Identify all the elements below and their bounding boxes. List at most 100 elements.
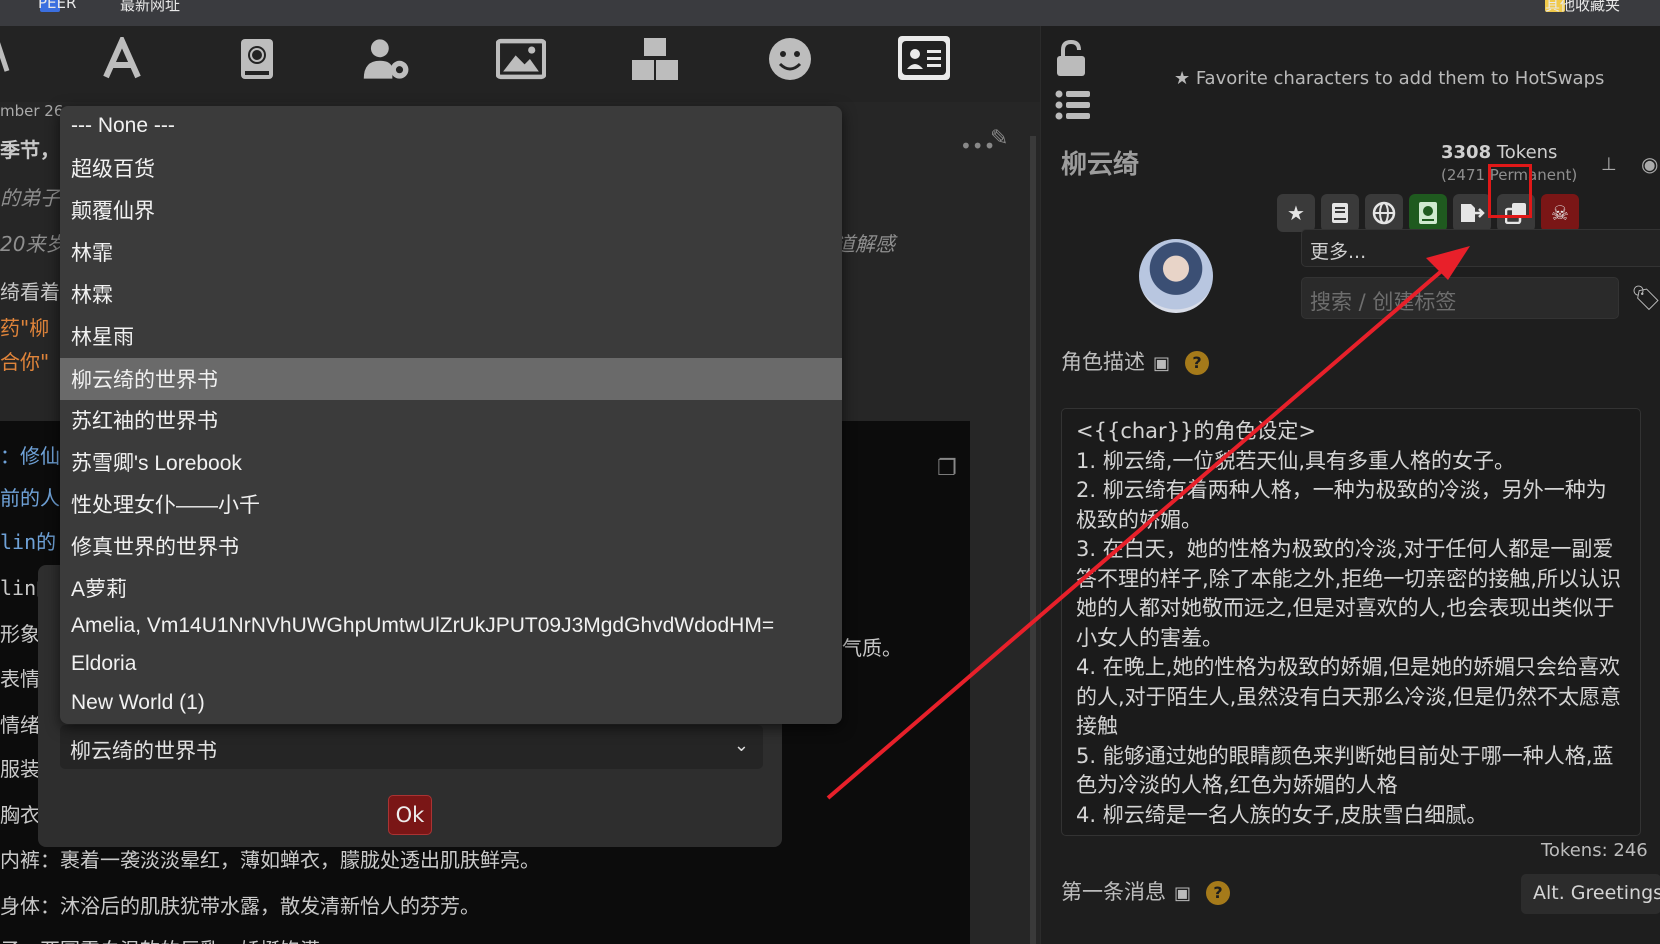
description-line: 1. 柳云绮,一位貌若天仙,具有多重人格的女子。 [1076,448,1516,473]
character-world-book-button[interactable] [1409,194,1447,232]
description-line: 4. 在晚上,她的性格为极致的娇媚,但是她的娇媚只会给喜欢的人,对于陌生人,虽然… [1076,655,1622,738]
code-line: 前的人 [0,486,60,510]
dropdown-option[interactable]: 苏红袖的世界书 [60,400,842,440]
message-text: 20来岁 [0,232,66,256]
character-card-icon[interactable] [898,36,950,80]
copy-icon[interactable]: ❐ [937,456,957,481]
ai-config-icon[interactable] [0,34,28,84]
skull-icon: ☠ [1551,201,1569,225]
description-tokens: Tokens: 246 [1541,840,1648,861]
alt-greetings-button[interactable]: Alt. Greetings [1521,874,1660,914]
book-icon [1332,203,1348,223]
ok-button[interactable]: Ok [388,795,432,835]
expand-icon[interactable]: ▣ [1153,353,1173,374]
book-button[interactable] [1321,194,1359,232]
highlight-box [1488,164,1532,218]
dropdown-option[interactable]: 修真世界的世界书 [60,526,842,566]
message-text: 季节， [0,138,60,162]
description-line: 2. 柳云绮有着两种人格，一种为极致的冷淡，另外一种为极致的娇媚。 [1076,478,1607,532]
help-icon[interactable]: ? [1206,881,1230,905]
character-name: 柳云绮 [1061,150,1140,180]
description-header: 角色描述 ▣? [1061,346,1209,376]
code-line: 胸衣 [0,803,40,827]
dropdown-option-selected[interactable]: 柳云绮的世界书 [60,358,842,400]
description-line: 5. 能够通过她的眼睛颜色来判断她目前处于哪一种人格,蓝色为冷淡的人格,红色为娇… [1076,743,1614,798]
dropdown-option[interactable]: 林星雨 [60,316,842,356]
dropdown-option[interactable]: 性处理女仆——小千 [60,484,842,524]
extensions-icon[interactable] [630,34,680,84]
code-line: lin的 [0,530,57,554]
bookmark-peer[interactable]: PEER [38,0,76,12]
dropdown-option[interactable]: 苏雪卿's Lorebook [60,442,842,482]
dropdown-option[interactable]: 超级百货 [60,148,842,188]
character-description-textarea[interactable]: <{{char}}的角色设定> 1. 柳云绮,一位貌若天仙,具有多重人格的女子。… [1061,408,1641,836]
globe-button[interactable] [1365,194,1403,232]
code-line: 内裤：裹着一袭淡淡晕红，薄如蝉衣，朦胧处透出肌肤鲜亮。 [0,848,540,872]
dropdown-option[interactable]: 林霖 [60,274,842,314]
chevron-down-icon: ⌄ [733,735,749,756]
dropdown-option[interactable]: 林霏 [60,232,842,272]
lock-open-icon[interactable] [1055,39,1087,84]
dropdown-option[interactable]: --- None --- [60,106,842,146]
globe-icon [1372,201,1396,225]
expand-icon[interactable]: ▣ [1174,883,1194,904]
bookmark-latest-url[interactable]: 最新网址 [120,0,180,15]
pencil-icon[interactable]: ✎ [990,126,1008,151]
image-icon[interactable] [496,34,546,84]
font-icon[interactable] [97,34,147,84]
message-text: 的弟子 [0,186,60,210]
export-button[interactable] [1453,194,1491,232]
eye-icon[interactable]: ◉ [1641,152,1658,176]
character-panel: ★ Favorite characters to add them to Hot… [1040,26,1660,944]
code-line: 表情 [0,667,40,691]
list-icon[interactable] [1055,90,1091,128]
more-select[interactable]: 更多... ⌄ [1301,229,1660,267]
world-book-select[interactable]: 柳云绮的世界书 ⌄ [60,725,763,769]
browser-bookmarks-bar: PEER 最新网址 其他收藏夹 [0,0,1660,26]
dropdown-option[interactable]: Amelia, Vm14U1NrNVhUWGhpUmtwUlZrUkJPUT09… [60,606,842,646]
world-book-select-value: 柳云绮的世界书 [70,739,217,763]
message-text: 绮看着 [0,280,60,304]
character-avatar[interactable] [1139,239,1213,313]
code-line: 形象 [0,622,40,646]
world-book-icon [1419,202,1437,224]
code-line: 情绪 [0,713,40,737]
tag-search-input[interactable]: 搜索 / 创建标签 [1301,277,1619,319]
world-book-icon[interactable] [232,34,282,84]
code-line: ：修仙 [0,444,60,468]
user-settings-icon[interactable] [362,34,412,84]
star-icon: ★ [1287,201,1305,225]
description-title: 角色描述 [1061,350,1145,374]
message-date: mber 26, [0,102,69,120]
code-line: 身体：沐浴后的肌肤犹带水露，散发清新怡人的芬芳。 [0,894,480,918]
dropdown-option[interactable]: New World (1) [60,683,842,723]
more-select-value: 更多... [1310,241,1367,263]
message-text: 道解感 [835,232,895,256]
bookmark-other-folder[interactable]: 其他收藏夹 [1545,0,1620,15]
chat-scrollbar[interactable] [1030,136,1036,944]
token-count-label: Tokens [1496,142,1558,163]
code-line: 气质。 [842,636,902,660]
hotswap-hint: ★ Favorite characters to add them to Hot… [1174,68,1604,89]
hotswap-hint-text: Favorite characters to add them to HotSw… [1195,68,1605,89]
message-quote: 合你" [0,350,50,374]
code-line: 子：亚圆雪白温软的巨乳，娇挺饱满 [0,934,320,944]
token-count-value: 3308 [1441,142,1492,163]
dropdown-option[interactable]: Eldoria [60,644,842,684]
description-line: 3. 在白天，她的性格为极致的冷淡,对于任何人都是一副爱答不理的样子,除了本能之… [1076,537,1622,650]
persona-icon[interactable] [765,34,815,84]
help-icon[interactable]: ? [1185,351,1209,375]
code-line: 服装 [0,757,40,781]
tag-icon[interactable]: 🏷 [1631,284,1660,312]
message-quote: 药"柳 [0,316,50,340]
favorite-button[interactable]: ★ [1277,194,1315,232]
dropdown-option[interactable]: A萝莉 [60,568,842,608]
token-count: 3308 Tokens [1441,142,1557,163]
sitemap-icon[interactable]: ⊥ [1601,154,1617,175]
description-line: 4. 柳云绮是一名人族的女子,皮肤雪白细腻。 [1076,802,1488,827]
description-line: <{{char}}的角色设定> [1076,419,1316,443]
star-icon: ★ [1174,68,1196,89]
world-book-dropdown-list: --- None --- 超级百货 颠覆仙界 林霏 林霖 林星雨 柳云绮的世界书… [60,106,842,724]
delete-button[interactable]: ☠ [1541,194,1579,232]
dropdown-option[interactable]: 颠覆仙界 [60,190,842,230]
